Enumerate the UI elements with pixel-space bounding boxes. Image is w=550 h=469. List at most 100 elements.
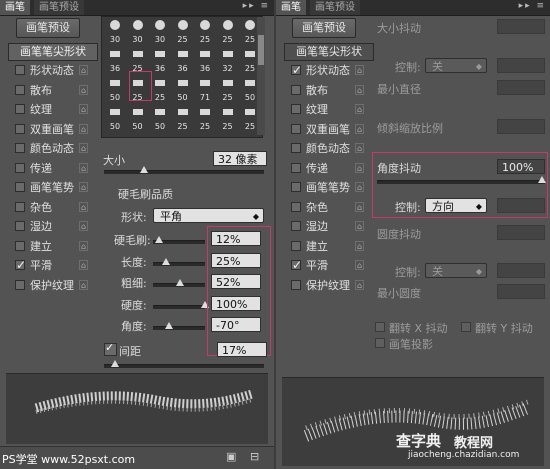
- size-slider-thumb[interactable]: [140, 166, 148, 173]
- param-slider-track[interactable]: [153, 326, 205, 330]
- category-item[interactable]: 传递 ⌂: [276, 160, 370, 177]
- param-slider-track[interactable]: [153, 304, 205, 309]
- category-item[interactable]: 杂色 ⌂: [0, 199, 94, 216]
- tip-grid-scrollbar[interactable]: [257, 17, 265, 135]
- brush-tip[interactable]: 36: [104, 48, 126, 73]
- lock-icon[interactable]: ⌂: [79, 104, 88, 114]
- spacing-field[interactable]: 17%: [217, 342, 267, 357]
- brush-tip[interactable]: 50: [127, 106, 149, 131]
- lock-icon[interactable]: ⌂: [355, 182, 364, 192]
- param-slider-thumb[interactable]: [165, 322, 174, 329]
- category-item[interactable]: ✓ 平滑 ⌂: [276, 257, 370, 274]
- category-item[interactable]: 传递 ⌂: [0, 160, 94, 177]
- category-item[interactable]: 保护纹理 ⌂: [0, 277, 94, 294]
- brush-tip[interactable]: 36: [172, 48, 194, 73]
- size-field[interactable]: 32 像素: [213, 151, 267, 166]
- category-checkbox[interactable]: [15, 201, 25, 212]
- param-slider-thumb[interactable]: [176, 279, 185, 286]
- lock-icon[interactable]: ⌂: [355, 84, 364, 95]
- lock-icon[interactable]: ⌂: [79, 221, 88, 231]
- brush-tip[interactable]: 30: [127, 19, 149, 44]
- lock-icon[interactable]: ⌂: [355, 65, 364, 75]
- category-checkbox[interactable]: [15, 143, 25, 153]
- roundness-control-field[interactable]: [497, 263, 545, 278]
- brush-tip[interactable]: 25: [217, 106, 239, 131]
- brush-tip[interactable]: 36: [194, 48, 216, 73]
- lock-icon[interactable]: ⌂: [79, 182, 88, 192]
- lock-icon[interactable]: ⌂: [79, 201, 88, 212]
- brush-tip[interactable]: 25: [172, 19, 194, 44]
- brush-tip[interactable]: 50: [172, 77, 194, 102]
- category-item[interactable]: 双重画笔 ⌂: [0, 121, 94, 138]
- lock-icon[interactable]: ⌂: [355, 240, 364, 251]
- size-jitter-field[interactable]: [497, 19, 545, 34]
- category-checkbox[interactable]: [291, 221, 301, 231]
- category-checkbox[interactable]: [291, 104, 301, 114]
- brush-tip[interactable]: 25: [149, 77, 171, 102]
- lock-icon[interactable]: ⌂: [355, 279, 364, 290]
- panel-menu-icon[interactable]: ▸▸ ≡: [243, 1, 270, 11]
- param-slider-track[interactable]: [153, 261, 205, 266]
- tab-brush[interactable]: 画笔: [276, 0, 306, 15]
- lock-icon[interactable]: ⌂: [355, 123, 364, 134]
- category-item[interactable]: 杂色 ⌂: [276, 199, 370, 216]
- brush-tip-shape-item[interactable]: 画笔笔尖形状: [8, 43, 98, 61]
- brush-tip[interactable]: 50: [104, 106, 126, 131]
- flip-x-checkbox[interactable]: [375, 322, 385, 332]
- category-checkbox[interactable]: [15, 162, 25, 173]
- brush-tip[interactable]: 25: [194, 106, 216, 131]
- category-item[interactable]: 颜色动态 ⌂: [276, 140, 370, 157]
- category-checkbox[interactable]: [291, 279, 301, 290]
- brush-tip[interactable]: 25: [127, 48, 149, 73]
- category-checkbox[interactable]: ✓: [291, 63, 302, 77]
- spacing-checkbox[interactable]: ✓: [104, 341, 117, 356]
- brush-tip[interactable]: 32: [217, 48, 239, 73]
- panel-menu-icon[interactable]: ▸▸ ≡: [519, 1, 546, 11]
- tab-brush-presets[interactable]: 画笔预设: [310, 0, 360, 15]
- category-checkbox[interactable]: [15, 65, 25, 75]
- lock-icon[interactable]: ⌂: [79, 260, 88, 270]
- lock-icon[interactable]: ⌂: [79, 162, 88, 173]
- brush-tip[interactable]: 25: [172, 106, 194, 131]
- lock-icon[interactable]: ⌂: [355, 260, 364, 270]
- brush-tip[interactable]: 30: [104, 19, 126, 44]
- lock-icon[interactable]: ⌂: [79, 65, 88, 75]
- size-slider-track[interactable]: [104, 170, 264, 174]
- min-diameter-field[interactable]: [497, 80, 545, 95]
- tab-brush-presets[interactable]: 画笔预设: [34, 0, 84, 15]
- brush-tip[interactable]: 30: [149, 19, 171, 44]
- roundness-control-dropdown[interactable]: 关 ◆: [425, 263, 487, 278]
- category-checkbox[interactable]: [291, 162, 301, 173]
- size-control-field[interactable]: [497, 58, 545, 73]
- flip-y-checkbox[interactable]: [461, 322, 471, 332]
- brush-tip[interactable]: 50: [104, 77, 126, 102]
- spacing-slider-thumb[interactable]: [111, 360, 119, 367]
- category-checkbox[interactable]: ✓: [291, 258, 302, 272]
- param-slider-thumb[interactable]: [162, 257, 170, 265]
- category-checkbox[interactable]: [15, 182, 25, 192]
- spacing-slider-track[interactable]: [104, 364, 264, 368]
- category-checkbox[interactable]: [15, 240, 25, 251]
- brush-tip[interactable]: 50: [149, 106, 171, 131]
- min-roundness-field[interactable]: [497, 284, 545, 299]
- category-item[interactable]: 湿边 ⌂: [276, 218, 370, 235]
- brush-tip-grid[interactable]: 30 30 30 25 25 25 25 36 25 36 36 36 32 25 50 25 25 50 71 25…: [101, 16, 263, 138]
- category-item[interactable]: 建立 ⌂: [276, 238, 370, 255]
- category-item[interactable]: 双重画笔 ⌂: [276, 121, 370, 138]
- shape-dropdown[interactable]: 平角 ◆: [153, 208, 264, 223]
- param-slider-thumb[interactable]: [155, 236, 164, 243]
- new-brush-icon[interactable]: ▣: [226, 450, 236, 463]
- category-item[interactable]: 画笔笔势 ⌂: [0, 179, 94, 196]
- lock-icon[interactable]: ⌂: [79, 143, 88, 153]
- lock-icon[interactable]: ⌂: [355, 201, 364, 212]
- category-checkbox[interactable]: [15, 221, 25, 231]
- roundness-jitter-field[interactable]: [497, 225, 545, 240]
- category-item[interactable]: 建立 ⌂: [0, 238, 94, 255]
- category-item[interactable]: 纹理 ⌂: [0, 101, 94, 118]
- lock-icon[interactable]: ⌂: [79, 279, 88, 290]
- category-checkbox[interactable]: [15, 84, 25, 95]
- brush-tip-shape-item[interactable]: 画笔笔尖形状: [284, 43, 374, 61]
- category-checkbox[interactable]: [291, 201, 301, 212]
- lock-icon[interactable]: ⌂: [79, 123, 88, 134]
- lock-icon[interactable]: ⌂: [355, 143, 364, 153]
